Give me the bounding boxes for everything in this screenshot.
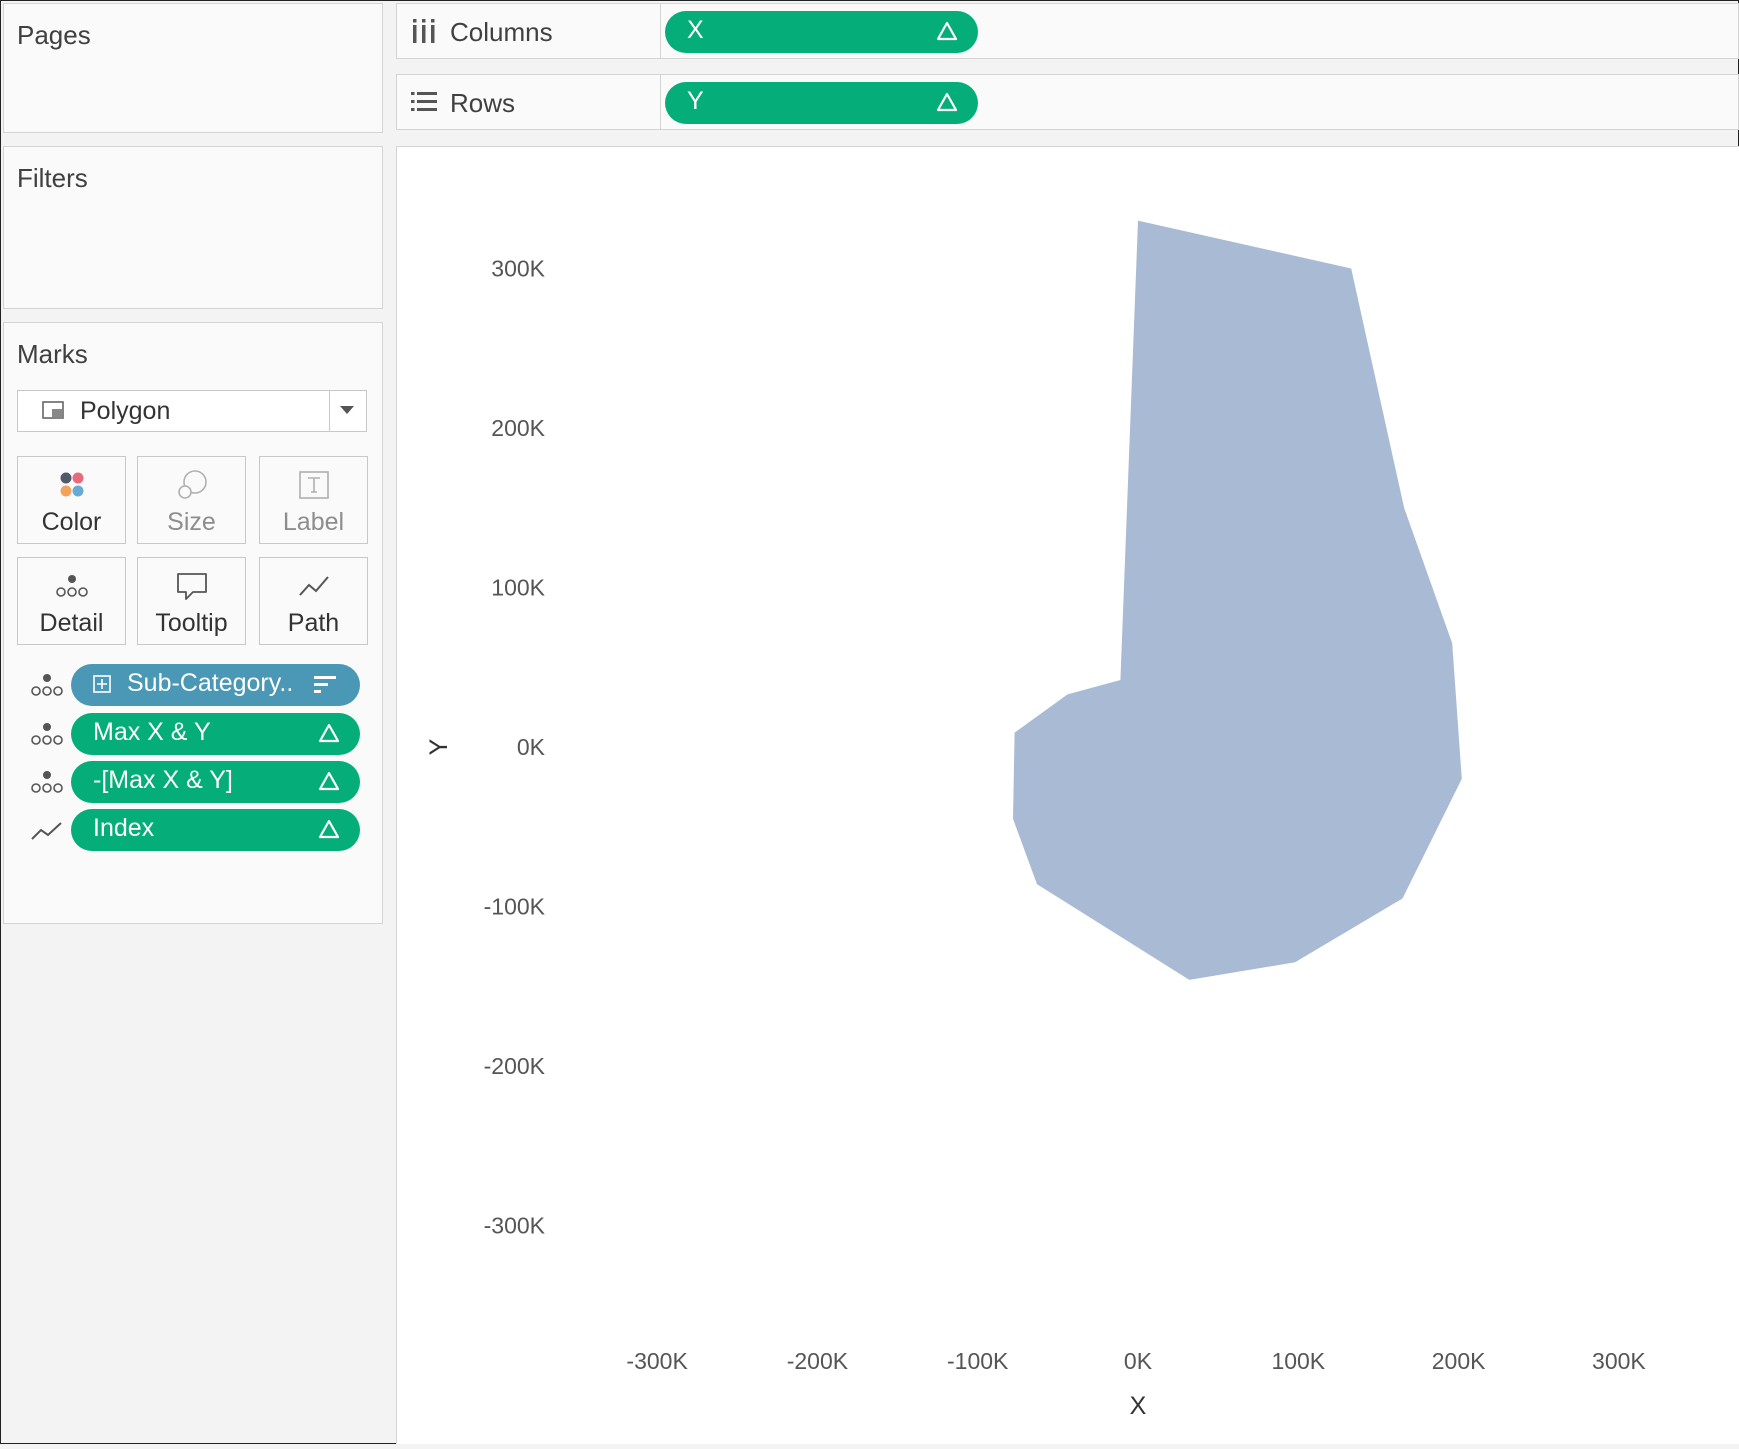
filters-card[interactable]: Filters bbox=[3, 146, 383, 309]
rows-shelf[interactable]: Rows Y bbox=[396, 74, 1739, 130]
y-axis-title[interactable]: Y bbox=[425, 738, 453, 755]
y-tick-label: -100K bbox=[484, 894, 546, 920]
rows-shelf-header: Rows bbox=[397, 75, 661, 129]
x-tick-label: 100K bbox=[1271, 1348, 1325, 1374]
pill-label: Sub-Category.. bbox=[127, 669, 294, 697]
tooltip-label: Tooltip bbox=[155, 609, 228, 637]
detail-icon bbox=[31, 723, 63, 745]
chevron-down-icon[interactable] bbox=[340, 406, 354, 414]
pill-label: Index bbox=[93, 814, 155, 842]
y-tick-label: 200K bbox=[491, 415, 545, 441]
viz-canvas[interactable]: 300K 200K 100K 0K -100K -200K -300K -300K -200K -… bbox=[396, 146, 1739, 1444]
max-x-y-pill[interactable]: Max X & Y bbox=[71, 713, 360, 755]
marks-field-row: Index bbox=[17, 809, 367, 851]
x-axis-title[interactable]: X bbox=[1130, 1392, 1147, 1420]
color-icon bbox=[60, 472, 83, 497]
label-label: Label bbox=[282, 508, 345, 536]
mark-type-dropdown[interactable]: Polygon bbox=[17, 390, 367, 432]
text-label-icon bbox=[298, 471, 329, 499]
sub-category-pill[interactable]: Sub-Category.. bbox=[71, 664, 360, 706]
columns-shelf[interactable]: Columns X bbox=[396, 3, 1739, 59]
mark-type-label: Polygon bbox=[80, 397, 171, 425]
dropdown-divider bbox=[329, 391, 330, 431]
detail-button[interactable]: Detail bbox=[17, 557, 126, 645]
size-button[interactable]: Size bbox=[137, 456, 246, 544]
path-label: Path bbox=[287, 609, 340, 637]
x-tick-label: 300K bbox=[1592, 1348, 1646, 1374]
neg-max-x-y-pill[interactable]: -[Max X & Y] bbox=[71, 761, 360, 803]
expand-icon[interactable] bbox=[93, 675, 111, 693]
tooltip-button[interactable]: Tooltip bbox=[137, 557, 246, 645]
tooltip-icon bbox=[176, 573, 207, 600]
columns-shelf-header: Columns bbox=[397, 4, 661, 58]
x-pill[interactable]: X bbox=[665, 11, 978, 53]
y-tick-label: 0K bbox=[517, 734, 546, 760]
detail-icon bbox=[31, 771, 63, 793]
columns-label: Columns bbox=[450, 17, 553, 47]
color-button[interactable]: Color bbox=[17, 456, 126, 544]
marks-field-row: -[Max X & Y] bbox=[17, 761, 367, 803]
polygon-mark[interactable] bbox=[1013, 220, 1462, 980]
y-tick-label: -200K bbox=[484, 1053, 546, 1079]
pages-title: Pages bbox=[17, 20, 91, 50]
delta-icon bbox=[318, 771, 340, 791]
path-button[interactable]: Path bbox=[259, 557, 368, 645]
delta-icon bbox=[318, 723, 340, 743]
y-tick-label: 300K bbox=[491, 256, 545, 282]
label-button[interactable]: Label bbox=[259, 456, 368, 544]
rows-label: Rows bbox=[450, 88, 516, 118]
pill-label: Y bbox=[687, 87, 704, 115]
columns-icon bbox=[413, 19, 435, 43]
filters-title: Filters bbox=[17, 163, 88, 193]
x-tick-label: -200K bbox=[787, 1348, 849, 1374]
y-pill[interactable]: Y bbox=[665, 82, 978, 124]
pill-label: Max X & Y bbox=[93, 718, 211, 746]
pages-card[interactable]: Pages bbox=[3, 3, 383, 133]
delta-icon bbox=[936, 92, 958, 112]
detail-icon bbox=[55, 575, 88, 597]
index-pill[interactable]: Index bbox=[71, 809, 360, 851]
x-tick-label: -100K bbox=[947, 1348, 1009, 1374]
pill-label: -[Max X & Y] bbox=[93, 766, 233, 794]
rows-icon bbox=[411, 92, 437, 111]
delta-icon bbox=[318, 819, 340, 839]
sort-icon bbox=[314, 676, 336, 693]
polygon-chart[interactable]: 300K 200K 100K 0K -100K -200K -300K -300K -200K -… bbox=[397, 147, 1739, 1444]
marks-field-row: Sub-Category.. bbox=[17, 664, 367, 706]
polygon-mark-icon bbox=[42, 401, 64, 419]
y-tick-label: -300K bbox=[484, 1213, 546, 1239]
pill-label: X bbox=[687, 16, 704, 44]
path-icon bbox=[31, 822, 62, 840]
marks-field-row: Max X & Y bbox=[17, 713, 367, 755]
y-tick-label: 100K bbox=[491, 575, 545, 601]
size-icon bbox=[177, 470, 207, 499]
x-tick-label: -300K bbox=[626, 1348, 688, 1374]
color-label: Color bbox=[41, 508, 102, 536]
size-label: Size bbox=[167, 508, 216, 536]
marks-title: Marks bbox=[17, 339, 88, 369]
marks-card: Marks Polygon Color Size Label Detail To… bbox=[3, 322, 383, 924]
x-tick-label: 0K bbox=[1124, 1348, 1153, 1374]
detail-icon bbox=[31, 674, 63, 696]
path-icon bbox=[298, 576, 329, 596]
x-tick-label: 200K bbox=[1432, 1348, 1486, 1374]
delta-icon bbox=[936, 21, 958, 41]
detail-label: Detail bbox=[39, 609, 104, 637]
